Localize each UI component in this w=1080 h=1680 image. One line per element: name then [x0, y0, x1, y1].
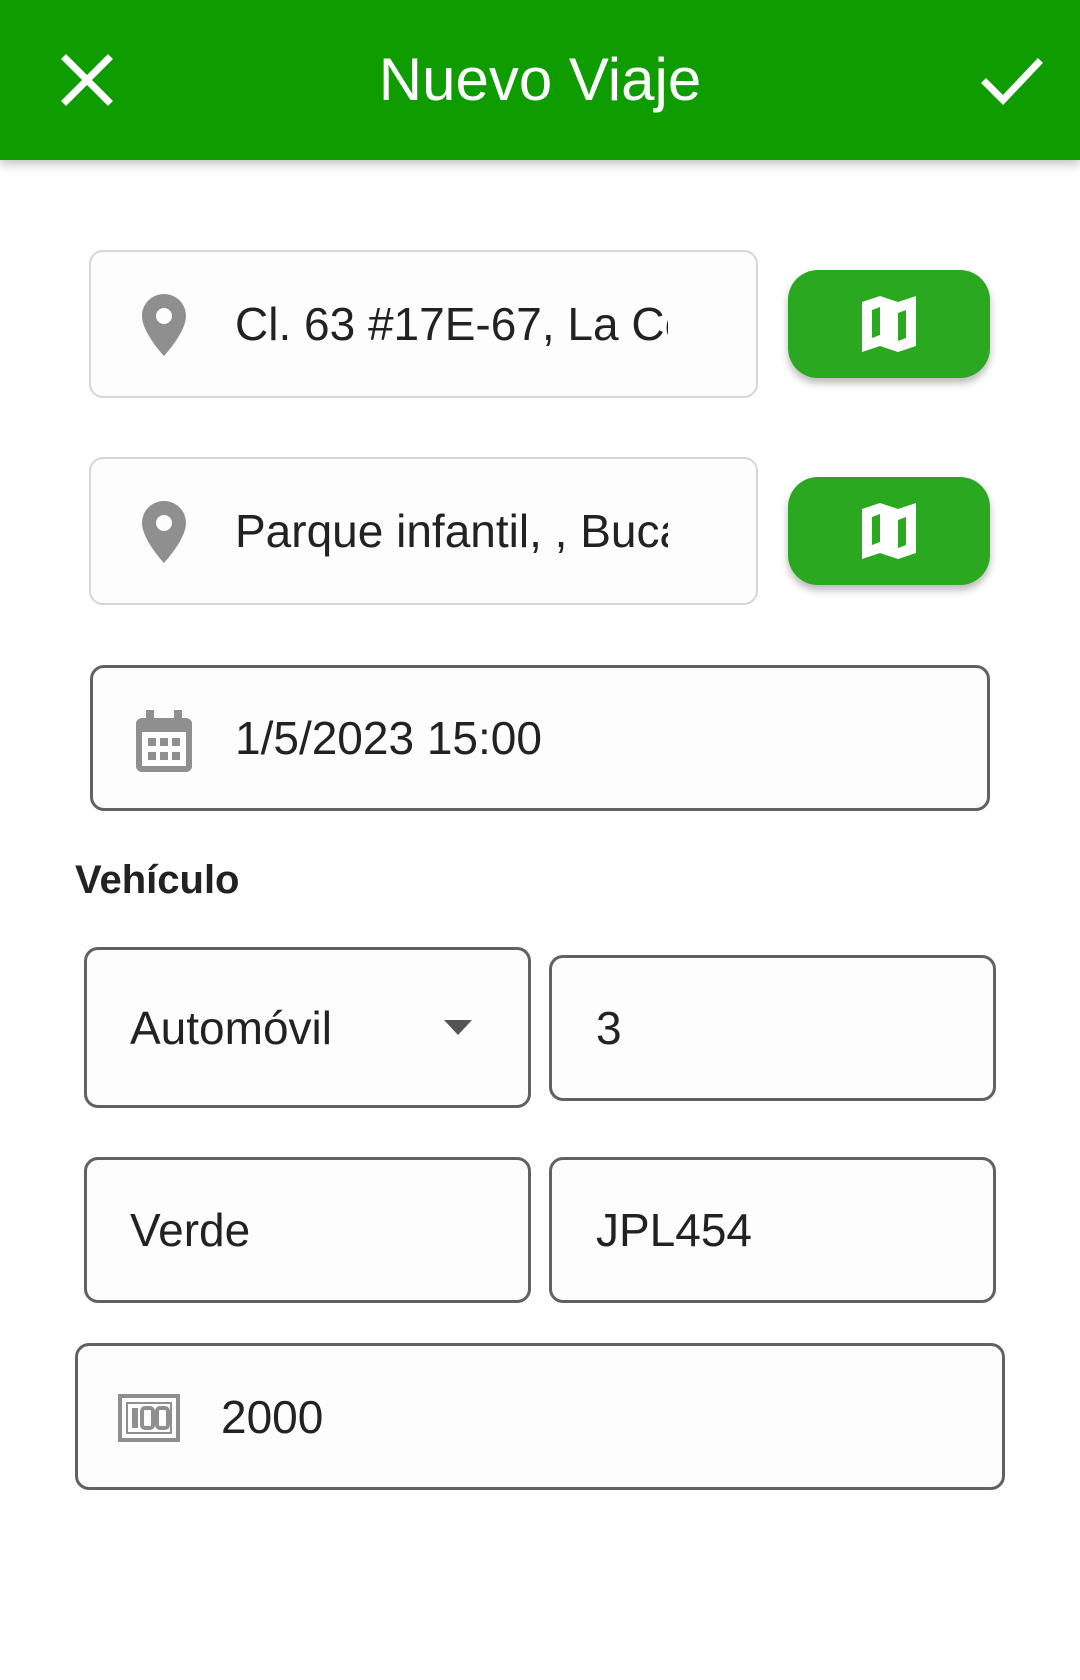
map-icon — [862, 296, 916, 352]
vehicle-type-select[interactable]: Automóvil — [84, 947, 531, 1108]
destination-input[interactable]: Parque infantil, , Buca — [235, 459, 668, 603]
vehicle-color-input[interactable]: Verde — [130, 1160, 508, 1300]
seats-input[interactable]: 3 — [596, 958, 973, 1098]
app-bar: Nuevo Viaje — [0, 0, 1080, 160]
location-pin-icon — [142, 294, 186, 356]
check-icon — [981, 58, 1043, 106]
seats-field[interactable]: 3 — [549, 955, 996, 1101]
vehicle-color-field[interactable]: Verde — [84, 1157, 531, 1303]
price-field[interactable]: 2000 — [75, 1343, 1005, 1490]
destination-field[interactable]: Parque infantil, , Buca — [89, 457, 758, 605]
plate-input[interactable]: JPL454 — [596, 1160, 973, 1300]
datetime-field[interactable]: 1/5/2023 15:00 — [90, 665, 990, 811]
plate-field[interactable]: JPL454 — [549, 1157, 996, 1303]
map-icon — [862, 503, 916, 559]
origin-input[interactable]: Cl. 63 #17E-67, La Co — [235, 252, 668, 396]
money-icon — [118, 1394, 180, 1442]
datetime-input[interactable]: 1/5/2023 15:00 — [235, 668, 967, 808]
dropdown-arrow-icon — [444, 1020, 472, 1035]
origin-map-button[interactable] — [788, 270, 990, 378]
location-pin-icon — [142, 501, 186, 563]
origin-field[interactable]: Cl. 63 #17E-67, La Co — [89, 250, 758, 398]
vehicle-type-value: Automóvil — [130, 1001, 332, 1054]
calendar-icon — [136, 710, 192, 772]
vehicle-section-label: Vehículo — [75, 858, 240, 902]
destination-map-button[interactable] — [788, 477, 990, 585]
price-input[interactable]: 2000 — [221, 1346, 982, 1487]
page-title: Nuevo Viaje — [378, 46, 702, 113]
confirm-button[interactable] — [976, 45, 1046, 115]
